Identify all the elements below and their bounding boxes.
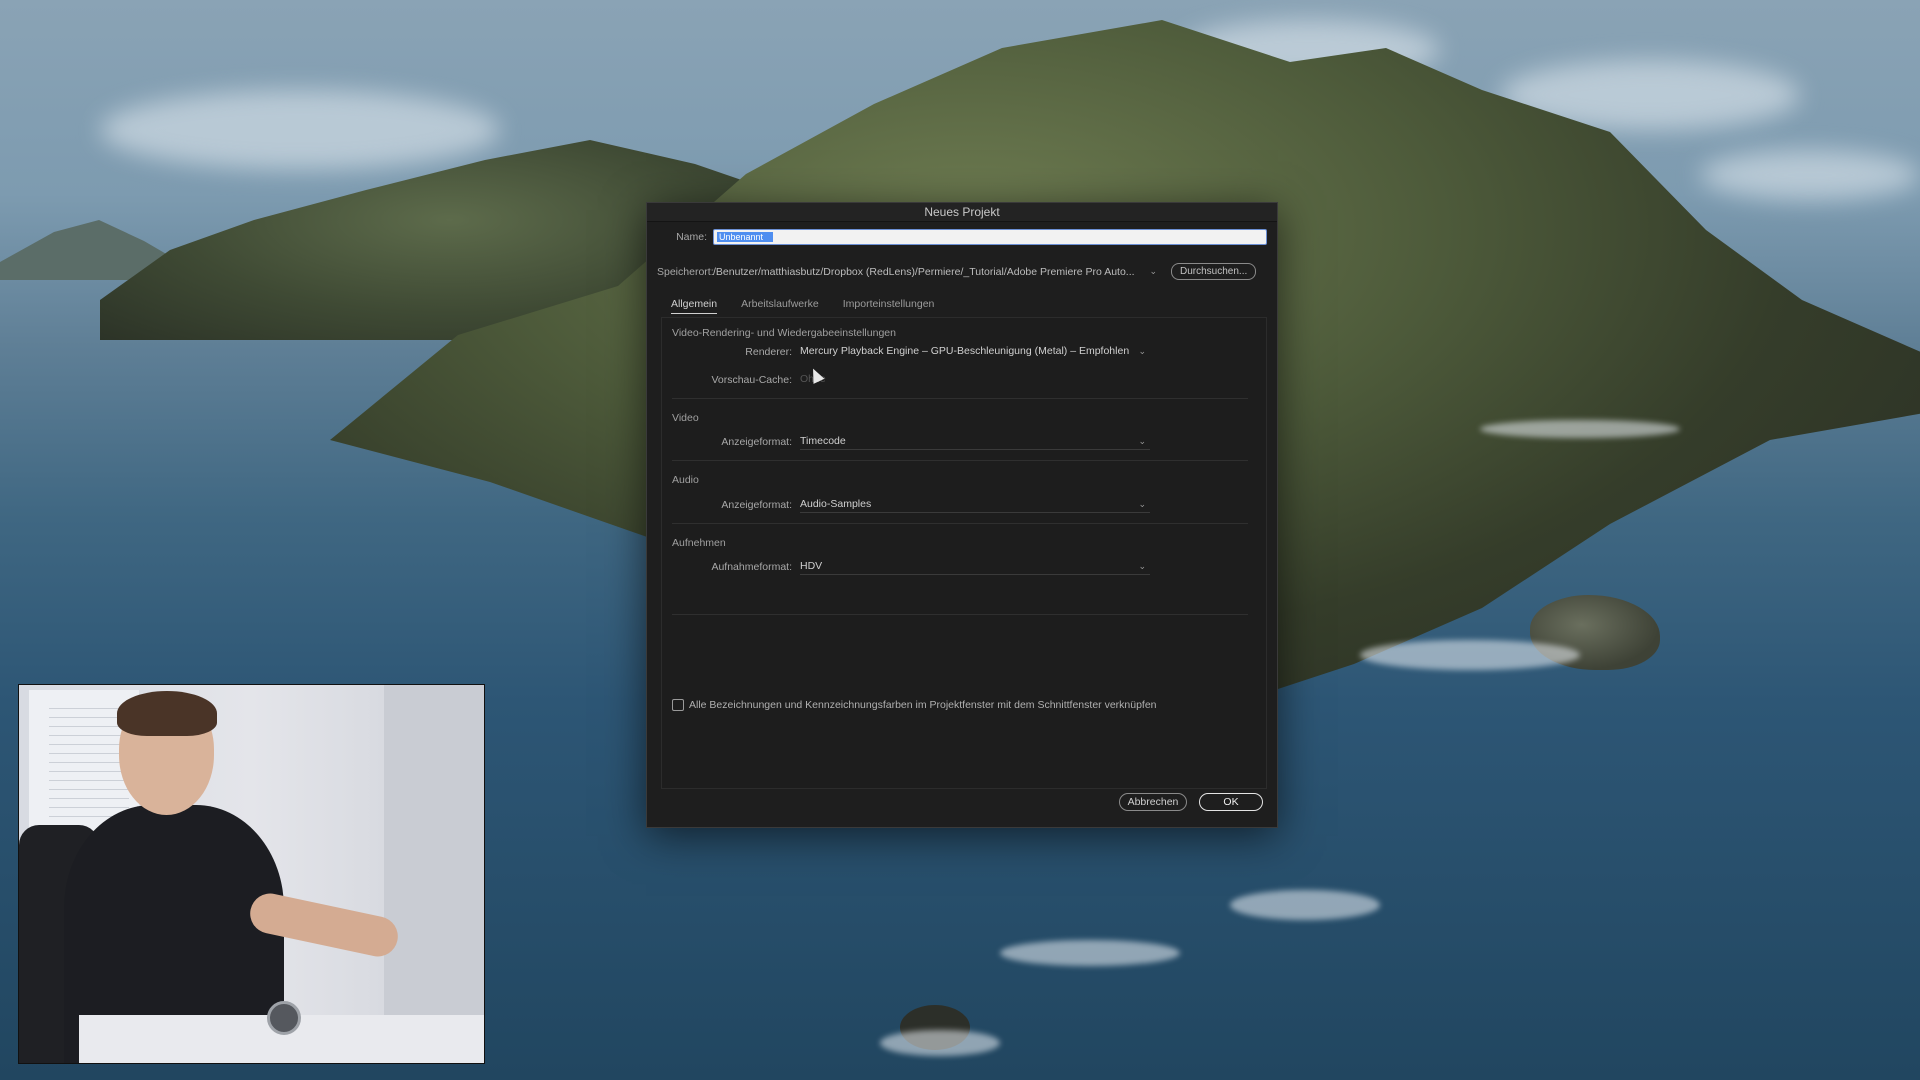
divider — [672, 398, 1248, 399]
foam — [1000, 940, 1180, 966]
browse-button[interactable]: Durchsuchen... — [1171, 263, 1257, 280]
location-dropdown[interactable]: /Benutzer/matthiasbutz/Dropbox (RedLens)… — [713, 266, 1157, 278]
location-label: Speicherort: — [657, 265, 714, 278]
foam — [1360, 640, 1580, 670]
renderer-value: Mercury Playback Engine – GPU-Beschleuni… — [800, 345, 1130, 357]
tab-allgemein[interactable]: Allgemein — [671, 298, 718, 314]
foam — [1230, 890, 1380, 920]
name-label: Name: — [676, 231, 707, 243]
name-selected-text: Unbenannt — [717, 232, 773, 242]
audio-display-format-dropdown[interactable]: Audio-Samples ⌄ — [800, 496, 1150, 513]
chevron-down-icon: ⌄ — [1138, 345, 1146, 356]
divider — [672, 614, 1248, 615]
person-hair — [117, 691, 217, 736]
chevron-down-icon: ⌄ — [1138, 498, 1146, 509]
tab-arbeitslaufwerke[interactable]: Arbeitslaufwerke — [741, 298, 819, 314]
dialog-tabs: Allgemein Arbeitslaufwerke Importeinstel… — [671, 298, 934, 314]
cloud — [100, 90, 500, 170]
rendering-section-title: Video-Rendering- und Wiedergabeeinstellu… — [672, 327, 896, 339]
tab-importeinstellungen[interactable]: Importeinstellungen — [843, 298, 935, 314]
chevron-down-icon: ⌄ — [1149, 266, 1157, 276]
location-path-text: /Benutzer/matthiasbutz/Dropbox (RedLens)… — [713, 265, 1135, 278]
foam — [1480, 420, 1680, 438]
link-labels-checkbox-label: Alle Bezeichnungen und Kennzeichnungsfar… — [689, 699, 1157, 711]
video-section-title: Video — [672, 412, 699, 424]
video-display-format-value: Timecode — [800, 435, 846, 447]
cancel-button[interactable]: Abbrechen — [1119, 793, 1187, 811]
chevron-down-icon: ⌄ — [1138, 435, 1146, 446]
link-labels-checkbox[interactable] — [672, 699, 684, 711]
chevron-down-icon: ⌄ — [1138, 560, 1146, 571]
new-project-dialog: Neues Projekt Name: Unbenannt Speicheror… — [646, 202, 1278, 828]
divider — [672, 460, 1248, 461]
video-display-format-label: Anzeigeformat: — [721, 436, 792, 448]
monitor — [384, 685, 484, 1063]
capture-format-label: Aufnahmeformat: — [711, 561, 792, 573]
capture-format-dropdown[interactable]: HDV ⌄ — [800, 558, 1150, 575]
capture-section-title: Aufnehmen — [672, 537, 726, 549]
divider — [672, 523, 1248, 524]
link-labels-checkbox-row[interactable]: Alle Bezeichnungen und Kennzeichnungsfar… — [672, 699, 1157, 711]
wristwatch — [267, 1001, 301, 1035]
audio-section-title: Audio — [672, 474, 699, 486]
dialog-title: Neues Projekt — [647, 203, 1277, 222]
renderer-label: Renderer: — [745, 346, 792, 358]
cloud — [1700, 150, 1920, 200]
audio-display-format-value: Audio-Samples — [800, 498, 872, 510]
settings-panel: Video-Rendering- und Wiedergabeeinstellu… — [661, 317, 1267, 789]
audio-display-format-label: Anzeigeformat: — [721, 499, 792, 511]
preview-cache-label: Vorschau-Cache: — [711, 374, 792, 386]
name-row: Name: Unbenannt — [657, 229, 1267, 245]
project-name-input[interactable]: Unbenannt — [713, 229, 1267, 245]
location-row: Speicherort: /Benutzer/matthiasbutz/Drop… — [657, 263, 1267, 280]
foam — [880, 1030, 1000, 1056]
capture-format-value: HDV — [800, 560, 823, 572]
renderer-dropdown[interactable]: Mercury Playback Engine – GPU-Beschleuni… — [800, 343, 1150, 359]
webcam-overlay — [18, 684, 485, 1064]
ok-button[interactable]: OK — [1199, 793, 1263, 811]
video-display-format-dropdown[interactable]: Timecode ⌄ — [800, 433, 1150, 450]
